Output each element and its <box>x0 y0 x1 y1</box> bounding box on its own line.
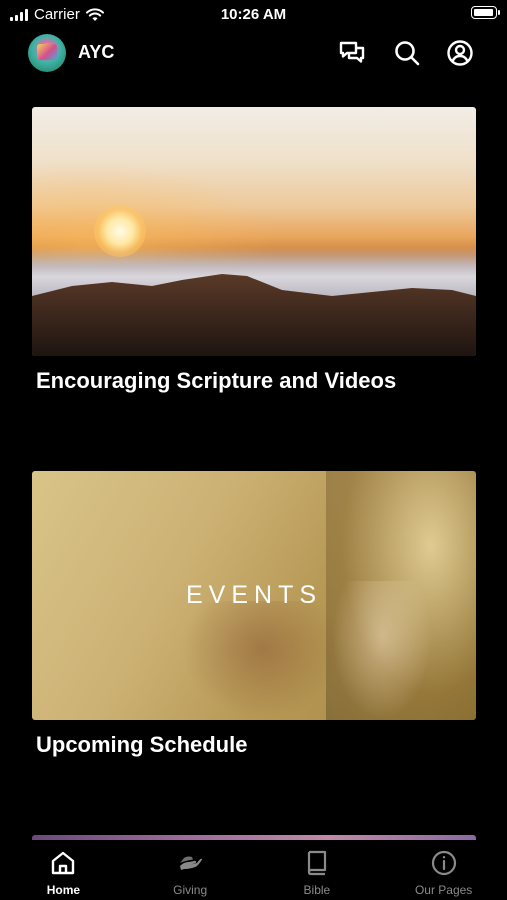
sunset-image <box>32 107 476 356</box>
card-scripture-videos[interactable]: Encouraging Scripture and Videos <box>32 107 476 393</box>
card-upcoming-schedule[interactable]: EVENTS Upcoming Schedule <box>32 471 476 757</box>
church-logo-avatar[interactable] <box>28 34 66 72</box>
events-image: EVENTS <box>32 471 476 720</box>
battery-icon <box>471 6 500 19</box>
events-image-text: EVENTS <box>185 581 323 609</box>
battery-fill <box>474 9 493 16</box>
sun-icon <box>94 205 146 257</box>
giving-hand-icon <box>176 849 204 877</box>
tab-our-pages[interactable]: Our Pages <box>380 840 507 900</box>
app-title: AYC <box>78 42 115 62</box>
status-time: 10:26 AM <box>220 6 287 23</box>
events-photo-layer <box>182 601 342 720</box>
info-icon <box>430 849 458 877</box>
tab-our-pages-label: Our Pages <box>414 883 473 897</box>
mountain-silhouette <box>32 274 476 356</box>
tab-bible-label: Bible <box>303 883 331 897</box>
tab-bar: Home Giving Bible Our Pages <box>0 840 507 900</box>
book-icon <box>303 849 331 877</box>
tab-giving[interactable]: Giving <box>127 840 254 900</box>
home-icon <box>49 849 77 877</box>
card-title: Encouraging Scripture and Videos <box>36 368 397 393</box>
search-icon[interactable] <box>392 38 422 68</box>
app-header: AYC <box>0 30 507 74</box>
tab-giving-label: Giving <box>173 883 208 897</box>
profile-icon[interactable] <box>445 38 475 68</box>
tab-home-label: Home <box>46 883 81 897</box>
tab-home[interactable]: Home <box>0 840 127 900</box>
card-title: Upcoming Schedule <box>36 732 248 757</box>
tab-bible[interactable]: Bible <box>254 840 381 900</box>
messages-icon[interactable] <box>337 38 367 68</box>
status-bar: Carrier 10:26 AM <box>0 0 507 28</box>
